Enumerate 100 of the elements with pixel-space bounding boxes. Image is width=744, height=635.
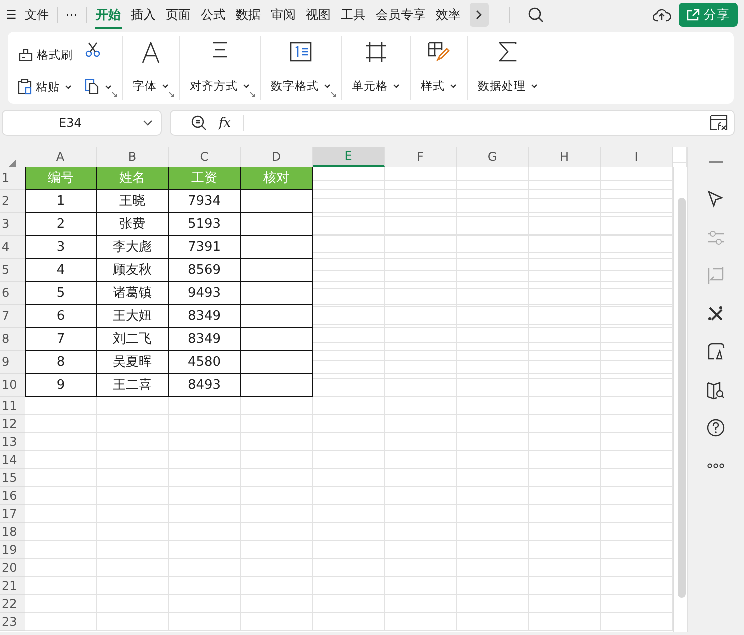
scrollbar-thumb[interactable]	[678, 198, 686, 598]
launcher-icon[interactable]	[250, 92, 256, 98]
name-box[interactable]: E34	[2, 110, 162, 136]
caret-icon[interactable]	[531, 84, 538, 89]
table-cell: 李大彪	[97, 236, 169, 259]
caret-icon[interactable]	[243, 84, 250, 89]
paste-button[interactable]: 粘贴	[18, 74, 73, 100]
row-number[interactable]: 21	[0, 577, 25, 595]
ribbon-tab[interactable]: 插入	[130, 2, 157, 28]
help-icon[interactable]	[705, 417, 728, 439]
search-icon[interactable]	[528, 7, 544, 23]
caret-icon[interactable]	[65, 84, 72, 90]
column-header[interactable]: I	[601, 147, 673, 167]
column-header[interactable]: A	[25, 147, 97, 167]
sum-icon[interactable]	[499, 42, 517, 62]
caret-icon[interactable]	[324, 84, 331, 89]
row-number[interactable]: 15	[0, 469, 25, 487]
ribbon-group-button[interactable]: 字体	[133, 79, 169, 94]
ribbon-tab[interactable]: 效率	[434, 2, 462, 28]
row-number[interactable]: 8	[0, 328, 25, 351]
table-cell: 刘二飞	[97, 328, 169, 351]
column-header[interactable]: D	[241, 147, 313, 167]
format-painter-button[interactable]: 格式刷	[18, 42, 73, 68]
row-number[interactable]: 16	[0, 487, 25, 505]
header-cell: 核对	[241, 167, 313, 190]
row-number[interactable]: 13	[0, 433, 25, 451]
cell-icon[interactable]	[366, 42, 386, 62]
file-menu[interactable]: 文件	[24, 6, 49, 24]
formula-bar[interactable]: fx	[170, 110, 735, 136]
row-number[interactable]: 10	[0, 374, 25, 397]
row-number[interactable]: 4	[0, 236, 25, 259]
row-number[interactable]: 18	[0, 523, 25, 541]
ribbon-tab[interactable]: 开始	[94, 2, 122, 28]
column-header[interactable]: B	[97, 147, 169, 167]
row-number[interactable]: 14	[0, 451, 25, 469]
row-number[interactable]: 23	[0, 613, 25, 631]
scissors-icon[interactable]	[85, 42, 101, 58]
column-header[interactable]: C	[169, 147, 241, 167]
ribbon-group-button[interactable]: 数据处理	[478, 79, 538, 94]
header-cell: 编号	[25, 167, 97, 190]
row-number[interactable]: 2	[0, 190, 25, 213]
launcher-icon[interactable]	[331, 92, 337, 98]
row-number[interactable]: 1	[0, 167, 25, 190]
style-icon[interactable]	[428, 42, 450, 62]
ribbon-tab[interactable]: 数据	[234, 2, 262, 28]
font-icon[interactable]	[141, 42, 161, 64]
table-cell: 9493	[169, 282, 241, 305]
align-icon[interactable]	[211, 42, 229, 58]
row-number[interactable]: 22	[0, 595, 25, 613]
row-number[interactable]: 5	[0, 259, 25, 282]
table-cell: 4580	[169, 351, 241, 374]
row-number[interactable]: 19	[0, 541, 25, 559]
table-cell	[241, 213, 313, 236]
caret-icon[interactable]	[450, 84, 457, 89]
row-number[interactable]: 20	[0, 559, 25, 577]
copy-icon[interactable]	[85, 79, 100, 95]
chevron-right-icon[interactable]	[476, 10, 483, 20]
scrollbar-track[interactable]	[673, 167, 688, 632]
row-number[interactable]: 17	[0, 505, 25, 523]
launcher-icon[interactable]	[112, 92, 118, 98]
zoom-icon[interactable]	[191, 115, 207, 131]
ribbon-group-button[interactable]: 样式	[421, 79, 457, 94]
cloud-upload-icon[interactable]	[653, 8, 671, 22]
header-cell: 姓名	[97, 167, 169, 190]
row-number[interactable]: 3	[0, 213, 25, 236]
ribbon-group-button[interactable]: 对齐方式	[190, 79, 250, 94]
row-number[interactable]: 9	[0, 351, 25, 374]
table-cell	[241, 305, 313, 328]
caret-icon[interactable]	[162, 84, 169, 89]
ribbon-tab[interactable]: 视图	[304, 2, 332, 28]
ribbon-tab[interactable]: 审阅	[270, 2, 297, 28]
caret-icon[interactable]	[393, 84, 400, 89]
row-number[interactable]: 12	[0, 415, 25, 433]
caret-icon[interactable]	[105, 84, 112, 90]
function-wizard-icon[interactable]	[710, 115, 728, 131]
column-header[interactable]: F	[385, 147, 457, 167]
column-header[interactable]: G	[457, 147, 529, 167]
menu-icon[interactable]: ☰	[6, 8, 17, 22]
row-number[interactable]: 6	[0, 282, 25, 305]
function-label[interactable]: fx	[219, 116, 232, 130]
ribbon-group-button[interactable]: 单元格	[352, 79, 400, 94]
ribbon-tab[interactable]: 工具	[340, 2, 367, 28]
ribbon-tab[interactable]: 公式	[200, 2, 227, 28]
scroll-tabs-button[interactable]	[470, 3, 489, 27]
more-menu[interactable]: ⋯	[66, 8, 78, 22]
share-icon	[687, 9, 700, 21]
share-button[interactable]: 分享	[679, 3, 738, 27]
table-cell: 张费	[97, 213, 169, 236]
ribbon-tab[interactable]: 会员专享	[374, 2, 427, 28]
table-cell: 顾友秋	[97, 259, 169, 282]
row-number[interactable]: 7	[0, 305, 25, 328]
number-format-icon[interactable]	[290, 42, 312, 62]
column-header[interactable]: H	[529, 147, 601, 167]
ribbon-tab[interactable]: 页面	[164, 2, 192, 28]
row-number[interactable]: 11	[0, 397, 25, 415]
table-cell: 8493	[169, 374, 241, 397]
table-cell: 8349	[169, 305, 241, 328]
launcher-icon[interactable]	[169, 92, 175, 98]
table-cell: 8569	[169, 259, 241, 282]
ribbon-group-button[interactable]: 数字格式	[271, 79, 331, 94]
